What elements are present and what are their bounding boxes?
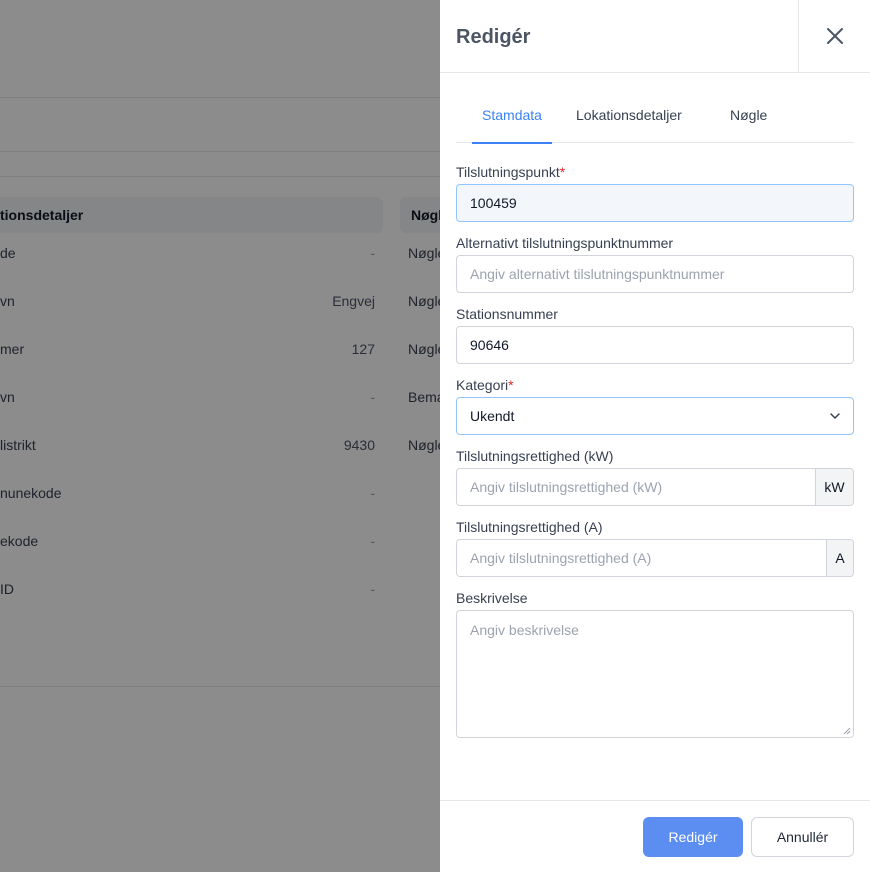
description-textarea[interactable]: Angiv beskrivelse: [456, 610, 854, 738]
station-number-input[interactable]: 90646: [456, 326, 854, 364]
connection-right-a-label: Tilslutningsrettighed (A): [456, 519, 603, 535]
drawer-footer: Redigér Annullér: [440, 800, 870, 872]
tab-lokationsdetaljer[interactable]: Lokationsdetaljer: [576, 95, 682, 143]
edit-drawer: Redigér Stamdata Lokationsdetaljer Nøgle…: [440, 0, 870, 872]
description-label: Beskrivelse: [456, 590, 528, 606]
connection-right-kw-input[interactable]: Angiv tilslutningsrettighed (kW): [456, 468, 816, 506]
drawer-header: Redigér: [440, 0, 870, 73]
unit-a-addon: A: [827, 539, 854, 577]
cancel-button[interactable]: Annullér: [751, 817, 854, 857]
chevron-down-icon: [830, 413, 840, 419]
submit-edit-button[interactable]: Redigér: [643, 817, 743, 857]
close-button[interactable]: [798, 0, 870, 72]
connection-right-kw-label: Tilslutningsrettighed (kW): [456, 448, 614, 464]
resize-handle-icon[interactable]: [843, 727, 851, 735]
category-selected-value: Ukendt: [470, 408, 515, 424]
alt-connection-point-label: Alternativt tilslutningspunktnummer: [456, 235, 674, 251]
description-placeholder: Angiv beskrivelse: [470, 622, 579, 638]
close-icon: [826, 28, 843, 44]
category-label: Kategori*: [456, 377, 514, 393]
station-number-label: Stationsnummer: [456, 306, 558, 322]
connection-point-input[interactable]: 100459: [456, 184, 854, 222]
unit-kw-addon: kW: [816, 468, 854, 506]
tab-noegle[interactable]: Nøgle: [730, 95, 767, 143]
alt-connection-point-input[interactable]: Angiv alternativt tilslutningspunktnumme…: [456, 255, 854, 293]
connection-point-label: Tilslutningspunkt*: [456, 164, 566, 180]
category-select[interactable]: Ukendt: [456, 397, 854, 435]
connection-right-kw-group: Angiv tilslutningsrettighed (kW) kW: [456, 468, 854, 506]
tab-stamdata[interactable]: Stamdata: [472, 95, 552, 144]
drawer-title: Redigér: [456, 26, 531, 48]
tab-bar: Stamdata Lokationsdetaljer Nøgle: [456, 95, 854, 144]
connection-right-a-input[interactable]: Angiv tilslutningsrettighed (A): [456, 539, 827, 577]
connection-right-a-group: Angiv tilslutningsrettighed (A) A: [456, 539, 854, 577]
